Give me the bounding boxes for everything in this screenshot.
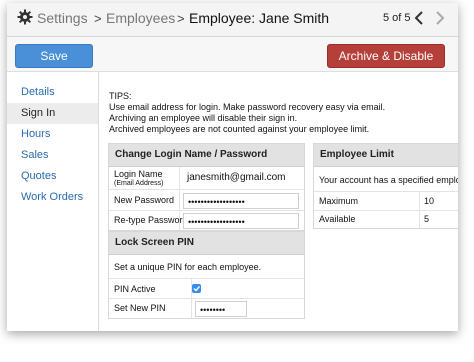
sidebar-item-sign-in[interactable]: Sign In: [7, 103, 98, 124]
new-pin-label: Set New PIN: [114, 303, 166, 313]
tip-line: Archived employees are not counted again…: [109, 124, 370, 134]
retype-password-label: Re-type Password: [114, 215, 188, 225]
tip-line: Archiving an employee will disable their…: [109, 113, 298, 123]
chevron-left-icon[interactable]: [412, 9, 426, 27]
header-bar: Settings > Employees > Employee: Jane Sm…: [7, 3, 458, 37]
sidebar-item-work-orders[interactable]: Work Orders: [7, 187, 98, 208]
breadcrumb-separator: >: [94, 11, 102, 26]
save-changes-button[interactable]: Save Changes: [15, 44, 93, 85]
sidebar-item-details[interactable]: Details: [7, 82, 98, 103]
pin-description: Set a unique PIN for each employee.: [114, 262, 262, 272]
chevron-right-icon[interactable]: [433, 9, 447, 27]
archive-disable-login-button[interactable]: Archive & Disable Login: [327, 44, 445, 85]
pin-panel-title: Lock Screen PIN: [109, 232, 304, 255]
employee-limit-title: Employee Limit: [314, 144, 458, 167]
new-password-input[interactable]: ••••••••••••••••••: [183, 193, 299, 209]
login-panel-title: Change Login Name / Password: [109, 144, 304, 167]
gear-icon[interactable]: [17, 9, 33, 25]
login-panel: Change Login Name / Password Login Name …: [108, 143, 305, 231]
maximum-value: 10: [424, 196, 435, 206]
checkmark-icon: [193, 286, 201, 292]
available-label: Available: [319, 214, 356, 224]
breadcrumb-employees[interactable]: Employees: [106, 10, 175, 26]
breadcrumb-separator: >: [177, 11, 185, 26]
new-pin-input[interactable]: ••••••••: [195, 301, 247, 317]
login-name-label: Login Name: [114, 169, 163, 179]
tip-line: Use email address for login. Make passwo…: [109, 102, 386, 112]
pin-active-checkbox[interactable]: [192, 284, 201, 293]
pager-count: 5 of 5: [383, 12, 411, 24]
app-window: Settings > Employees > Employee: Jane Sm…: [7, 3, 458, 331]
sidebar-item-sales[interactable]: Sales: [7, 145, 98, 166]
pin-active-label: PIN Active: [114, 284, 156, 294]
employee-limit-description: Your account has a specified emplo: [319, 175, 458, 185]
retype-password-input[interactable]: ••••••••••••••••••: [183, 213, 299, 229]
maximum-label: Maximum: [319, 196, 359, 206]
new-password-label: New Password: [114, 195, 175, 205]
sidebar-item-hours[interactable]: Hours: [7, 124, 98, 145]
employee-limit-panel: Employee Limit Your account has a specif…: [313, 143, 458, 229]
breadcrumb-settings[interactable]: Settings: [37, 10, 88, 26]
tips-heading: TIPS:: [109, 91, 132, 101]
available-value: 5: [424, 214, 430, 224]
sidebar: Details Sign In Hours Sales Quotes Work …: [7, 72, 99, 331]
tips-block: TIPS: Use email address for login. Make …: [109, 91, 385, 135]
sidebar-item-quotes[interactable]: Quotes: [7, 166, 98, 187]
pin-panel: Lock Screen PIN Set a unique PIN for eac…: [108, 231, 305, 319]
login-name-input[interactable]: janesmith@gmail.com: [183, 170, 301, 186]
login-name-sublabel: (Email Address): [114, 180, 164, 187]
page-title: Employee: Jane Smith: [189, 10, 330, 26]
toolbar: Save Changes Archive & Disable Login: [7, 37, 458, 85]
